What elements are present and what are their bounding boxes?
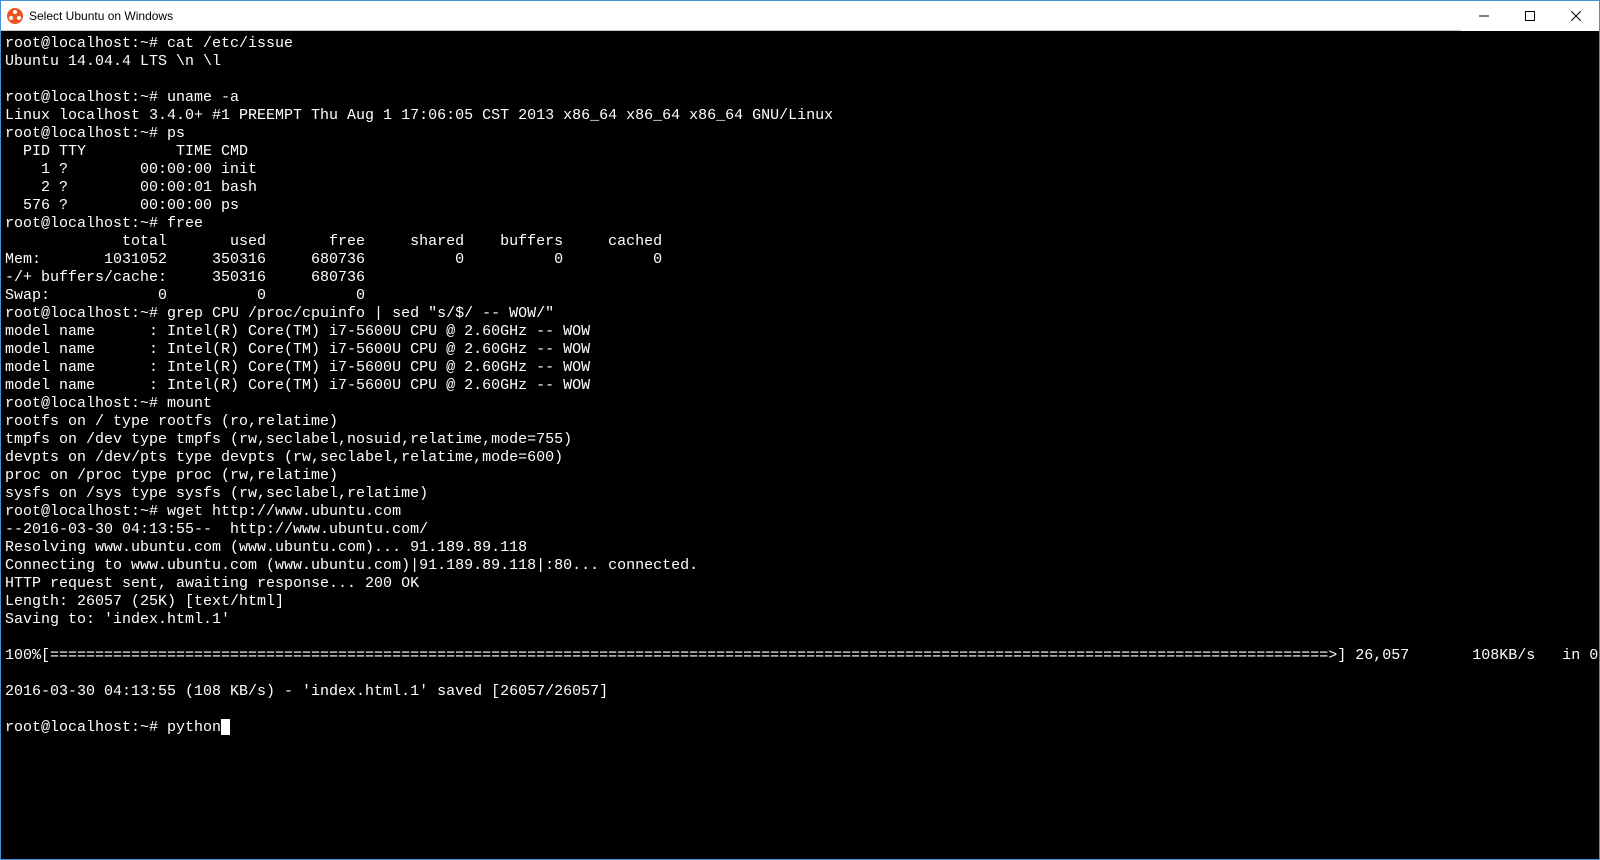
terminal-line: root@localhost:~# grep CPU /proc/cpuinfo… xyxy=(5,305,1595,323)
terminal-output[interactable]: root@localhost:~# cat /etc/issueUbuntu 1… xyxy=(1,31,1599,859)
terminal-line: Connecting to www.ubuntu.com (www.ubuntu… xyxy=(5,557,1595,575)
terminal-line: Resolving www.ubuntu.com (www.ubuntu.com… xyxy=(5,539,1595,557)
terminal-prompt: root@localhost:~# xyxy=(5,719,167,736)
close-button[interactable] xyxy=(1553,1,1599,31)
terminal-line: sysfs on /sys type sysfs (rw,seclabel,re… xyxy=(5,485,1595,503)
terminal-line: tmpfs on /dev type tmpfs (rw,seclabel,no… xyxy=(5,431,1595,449)
terminal-line: model name : Intel(R) Core(TM) i7-5600U … xyxy=(5,323,1595,341)
terminal-line: rootfs on / type rootfs (ro,relatime) xyxy=(5,413,1595,431)
terminal-line: -/+ buffers/cache: 350316 680736 xyxy=(5,269,1595,287)
maximize-button[interactable] xyxy=(1507,1,1553,31)
terminal-line: 100%[===================================… xyxy=(5,647,1595,665)
terminal-line: total used free shared buffers cached xyxy=(5,233,1595,251)
title-left: Select Ubuntu on Windows xyxy=(7,8,173,24)
terminal-line: HTTP request sent, awaiting response... … xyxy=(5,575,1595,593)
terminal-line xyxy=(5,701,1595,719)
terminal-line: 1 ? 00:00:00 init xyxy=(5,161,1595,179)
terminal-line xyxy=(5,665,1595,683)
titlebar[interactable]: Select Ubuntu on Windows xyxy=(1,1,1599,31)
terminal-line: 576 ? 00:00:00 ps xyxy=(5,197,1595,215)
terminal-line: model name : Intel(R) Core(TM) i7-5600U … xyxy=(5,341,1595,359)
terminal-line: model name : Intel(R) Core(TM) i7-5600U … xyxy=(5,377,1595,395)
terminal-line: root@localhost:~# ps xyxy=(5,125,1595,143)
terminal-current-input[interactable]: python xyxy=(167,719,221,736)
terminal-line: --2016-03-30 04:13:55-- http://www.ubunt… xyxy=(5,521,1595,539)
terminal-line: proc on /proc type proc (rw,relatime) xyxy=(5,467,1595,485)
terminal-line xyxy=(5,71,1595,89)
terminal-line: model name : Intel(R) Core(TM) i7-5600U … xyxy=(5,359,1595,377)
terminal-line: devpts on /dev/pts type devpts (rw,secla… xyxy=(5,449,1595,467)
terminal-line: root@localhost:~# wget http://www.ubuntu… xyxy=(5,503,1595,521)
terminal-prompt-line[interactable]: root@localhost:~# python xyxy=(5,719,1595,737)
terminal-line: PID TTY TIME CMD xyxy=(5,143,1595,161)
terminal-line: Mem: 1031052 350316 680736 0 0 0 xyxy=(5,251,1595,269)
ubuntu-icon xyxy=(7,8,23,24)
terminal-line: Length: 26057 (25K) [text/html] xyxy=(5,593,1595,611)
terminal-line xyxy=(5,629,1595,647)
terminal-line: Saving to: 'index.html.1' xyxy=(5,611,1595,629)
window-title: Select Ubuntu on Windows xyxy=(29,9,173,23)
terminal-line: root@localhost:~# mount xyxy=(5,395,1595,413)
terminal-line: Linux localhost 3.4.0+ #1 PREEMPT Thu Au… xyxy=(5,107,1595,125)
window-controls xyxy=(1461,1,1599,31)
terminal-line: Swap: 0 0 0 xyxy=(5,287,1595,305)
terminal-cursor xyxy=(221,719,230,735)
terminal-line: 2 ? 00:00:01 bash xyxy=(5,179,1595,197)
terminal-line: 2016-03-30 04:13:55 (108 KB/s) - 'index.… xyxy=(5,683,1595,701)
minimize-button[interactable] xyxy=(1461,1,1507,31)
terminal-line: root@localhost:~# free xyxy=(5,215,1595,233)
terminal-line: root@localhost:~# cat /etc/issue xyxy=(5,35,1595,53)
terminal-window: Select Ubuntu on Windows root@localhost:… xyxy=(0,0,1600,860)
terminal-line: Ubuntu 14.04.4 LTS \n \l xyxy=(5,53,1595,71)
terminal-line: root@localhost:~# uname -a xyxy=(5,89,1595,107)
